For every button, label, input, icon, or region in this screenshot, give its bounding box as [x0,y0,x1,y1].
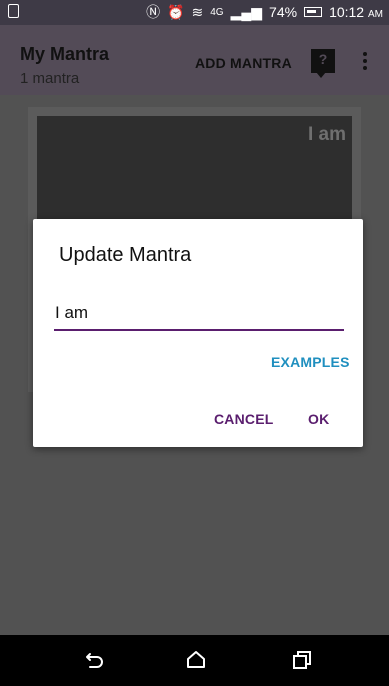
status-icons: Ⓝ ⏰ ≋ 4G ▂▄▆ 74% 10:12 AM [146,4,383,20]
status-bar: Ⓝ ⏰ ≋ 4G ▂▄▆ 74% 10:12 AM [0,0,389,25]
screen-mirror-icon [8,4,19,18]
examples-button[interactable]: EXAMPLES [271,354,350,370]
mantra-card-text: I am [307,124,346,145]
cancel-button[interactable]: CANCEL [214,411,274,427]
app-bar: My Mantra 1 mantra ADD MANTRA ? [0,25,389,95]
home-icon[interactable] [184,648,208,672]
add-mantra-button[interactable]: ADD MANTRA [195,55,292,71]
battery-icon [304,7,323,17]
app-title: My Mantra [20,44,110,64]
clock-time: 10:12 AM [329,4,383,20]
navigation-bar [0,635,389,686]
mantra-input[interactable] [54,299,344,331]
dialog-title: Update Mantra [59,244,192,266]
signal-icon: ▂▄▆ [230,4,263,20]
update-mantra-dialog: Update Mantra EXAMPLES CANCEL OK [33,219,363,447]
alarm-icon: ⏰ [167,4,185,20]
more-options-icon[interactable] [362,52,368,72]
help-icon[interactable]: ? [311,49,335,78]
back-icon[interactable] [83,648,107,672]
wifi-icon: ≋ [191,4,204,20]
ok-button[interactable]: OK [308,411,329,427]
battery-percent: 74% [269,4,298,20]
nfc-icon: Ⓝ [146,4,161,20]
network-type: 4G [210,6,224,18]
recents-icon[interactable] [290,648,314,672]
mantra-count: 1 mantra [20,70,80,87]
